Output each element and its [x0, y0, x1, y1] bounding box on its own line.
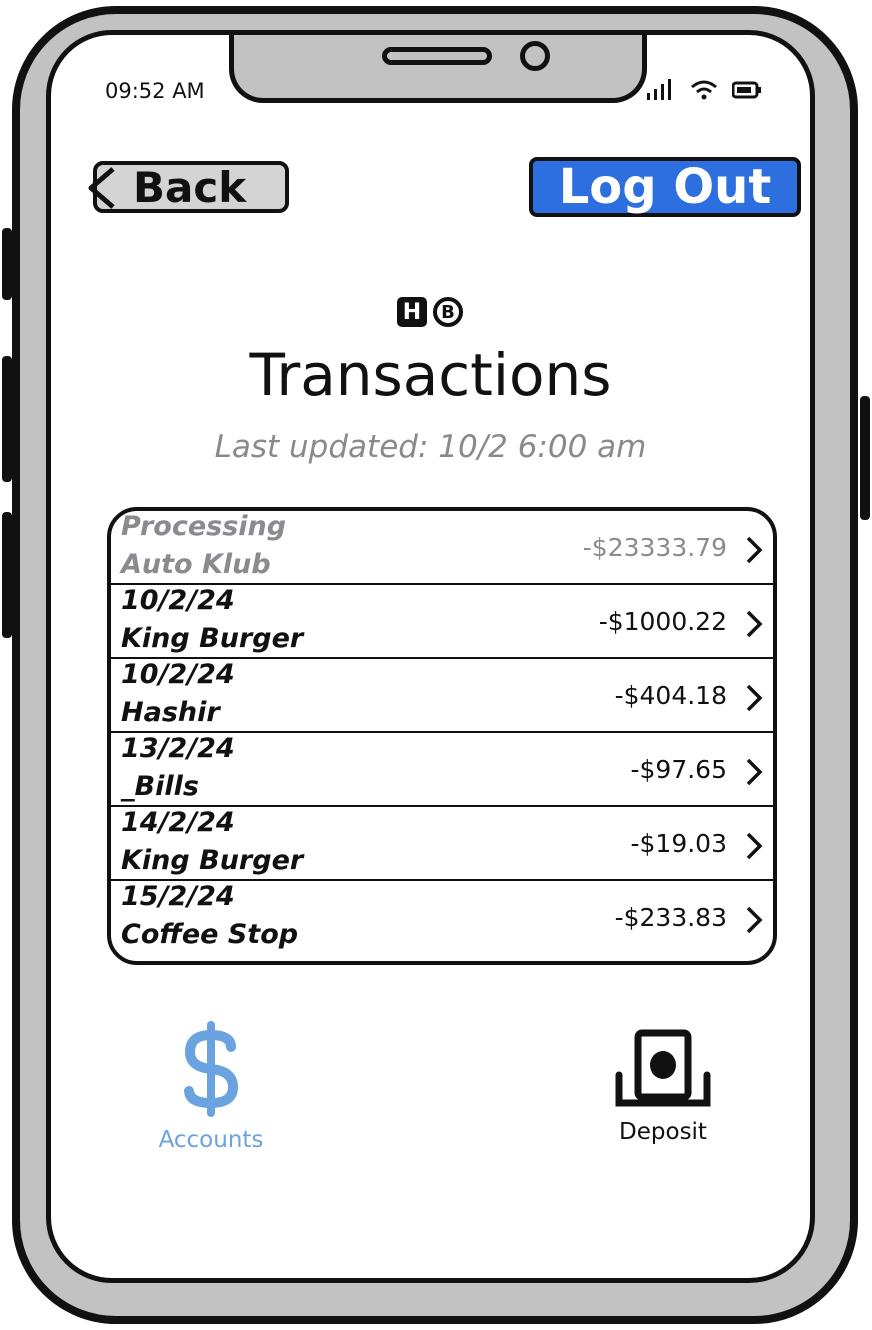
chevron-left-icon: [88, 167, 115, 209]
deposit-check-icon: [615, 1029, 711, 1107]
transaction-amount: -$97.65: [630, 755, 728, 784]
transaction-amount: -$19.03: [630, 829, 728, 858]
transaction-row[interactable]: 10/2/24 Hashir -$404.18: [111, 659, 773, 733]
transaction-merchant: Coffee Stop: [121, 919, 299, 950]
last-updated: Last updated: 10/2 6:00 am: [214, 429, 647, 465]
phone-side-button: [860, 396, 870, 520]
chevron-right-icon: [746, 758, 763, 786]
dollar-icon: [184, 1021, 239, 1117]
transaction-row[interactable]: 10/2/24 King Burger -$1000.22: [111, 585, 773, 659]
transactions-list: Processing Auto Klub -$23333.79 10/2/24 …: [107, 507, 777, 965]
page-title: Transactions: [249, 341, 612, 409]
chevron-right-icon: [746, 906, 763, 934]
status-icons: [646, 79, 762, 101]
transaction-amount: -$404.18: [614, 681, 727, 710]
transaction-merchant: Hashir: [121, 697, 220, 728]
logout-button[interactable]: Log Out: [529, 157, 801, 217]
bank-logo: H B: [397, 297, 463, 327]
transaction-row[interactable]: 13/2/24 _Bills -$97.65: [111, 733, 773, 807]
transaction-amount: -$233.83: [614, 903, 727, 932]
signal-icon: [647, 79, 671, 100]
transaction-amount: -$1000.22: [598, 607, 727, 636]
transaction-row[interactable]: 14/2/24 King Burger -$19.03: [111, 807, 773, 881]
transaction-date: 10/2/24: [121, 585, 235, 616]
camera-icon: [520, 41, 550, 71]
nav-accounts[interactable]: Accounts: [151, 1021, 271, 1153]
back-button-label: Back: [133, 162, 247, 212]
phone-screen: 09:52 AM Back Log Out H B Transactions L…: [46, 30, 815, 1283]
chevron-right-icon: [746, 684, 763, 712]
speaker-icon: [382, 47, 492, 65]
transaction-merchant: King Burger: [121, 623, 304, 654]
wifi-icon: [691, 80, 717, 100]
phone-side-button: [2, 356, 12, 482]
transaction-merchant: _Bills: [121, 771, 199, 802]
phone-side-button: [2, 228, 12, 300]
transaction-date: 15/2/24: [121, 881, 235, 912]
chevron-right-icon: [746, 832, 763, 860]
nav-deposit-label: Deposit: [619, 1119, 707, 1145]
chevron-right-icon: [746, 536, 763, 564]
logo-h: H: [397, 297, 427, 327]
transaction-merchant: King Burger: [121, 845, 304, 876]
transaction-date: 14/2/24: [121, 807, 235, 838]
battery-icon: [732, 81, 761, 99]
chevron-right-icon: [746, 610, 763, 638]
transaction-row[interactable]: Processing Auto Klub -$23333.79: [111, 511, 773, 585]
transaction-date: 10/2/24: [121, 659, 235, 690]
nav-deposit[interactable]: Deposit: [603, 1029, 723, 1145]
logo-b: B: [433, 297, 463, 327]
notch: [229, 35, 647, 103]
nav-accounts-label: Accounts: [158, 1127, 264, 1153]
transaction-amount: -$23333.79: [582, 533, 727, 562]
status-time: 09:52 AM: [105, 79, 205, 103]
back-button[interactable]: Back: [88, 161, 289, 213]
phone-side-button: [2, 512, 12, 638]
transaction-date: Processing: [121, 511, 287, 542]
transaction-merchant: Auto Klub: [121, 549, 271, 580]
transaction-row[interactable]: 15/2/24 Coffee Stop -$233.83: [111, 881, 773, 955]
transaction-date: 13/2/24: [121, 733, 235, 764]
